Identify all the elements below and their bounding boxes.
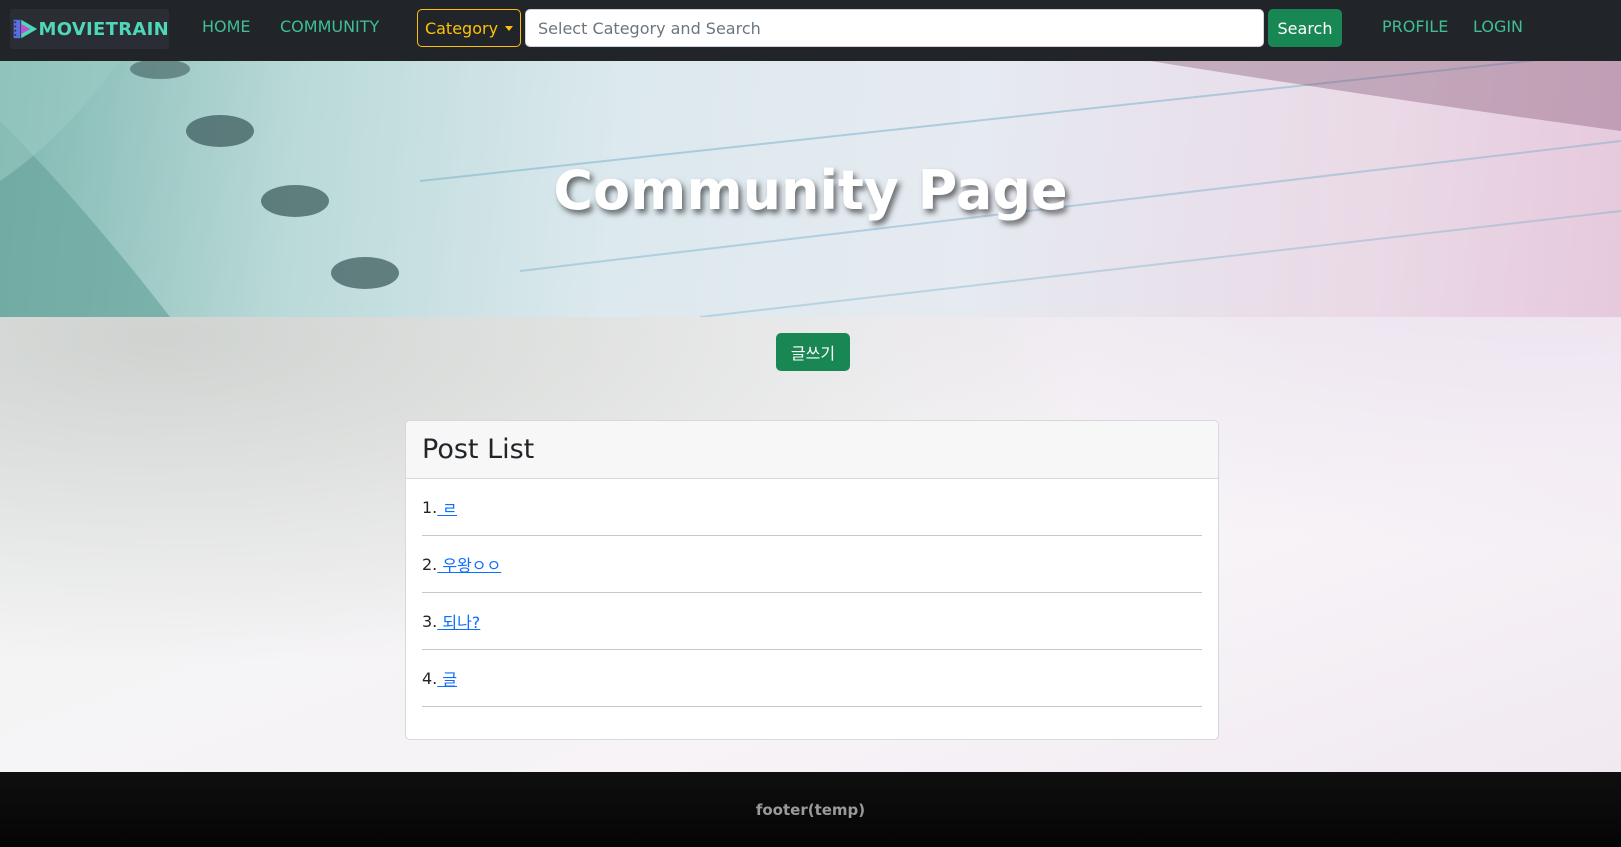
write-post-button[interactable]: 글쓰기 xyxy=(776,333,850,371)
caret-down-icon xyxy=(505,25,514,31)
search-button[interactable]: Search xyxy=(1268,9,1342,47)
nav-home-link[interactable]: HOME xyxy=(202,17,251,36)
page-footer: footer(temp) xyxy=(0,772,1621,847)
post-number: 2. xyxy=(422,554,438,574)
nav-profile-link[interactable]: PROFILE xyxy=(1382,17,1448,36)
nav-login-link[interactable]: LOGIN xyxy=(1473,17,1523,36)
post-title-link[interactable]: 글 xyxy=(437,666,457,690)
post-list-item: 2. 우왕ㅇㅇ xyxy=(422,536,1202,593)
post-list-card: Post List 1. ㄹ 2. 우왕ㅇㅇ 3. 되나? 4. 글 xyxy=(405,420,1219,740)
film-play-icon xyxy=(13,19,38,39)
post-list-item: 4. 글 xyxy=(422,650,1202,707)
card-title: Post List xyxy=(422,434,535,465)
post-list-item: 3. 되나? xyxy=(422,593,1202,650)
card-header: Post List xyxy=(406,421,1218,479)
category-label: Category xyxy=(424,18,499,38)
post-number: 4. xyxy=(422,668,438,688)
footer-text: footer(temp) xyxy=(755,800,866,819)
brand-name: MOVIETRAIN xyxy=(38,18,169,40)
post-number: 1. xyxy=(422,497,438,517)
page-title: Community Page xyxy=(553,159,1068,222)
post-list: 1. ㄹ 2. 우왕ㅇㅇ 3. 되나? 4. 글 xyxy=(406,479,1218,707)
category-dropdown-button[interactable]: Category xyxy=(417,9,521,47)
post-list-item: 1. ㄹ xyxy=(422,479,1202,536)
search-input[interactable] xyxy=(525,9,1264,47)
top-navbar: MOVIETRAIN HOME COMMUNITY Category Searc… xyxy=(0,0,1621,61)
nav-community-link[interactable]: COMMUNITY xyxy=(280,17,379,36)
post-title-link[interactable]: ㄹ xyxy=(437,495,457,519)
post-title-link[interactable]: 되나? xyxy=(437,609,480,633)
hero-banner: Community Page xyxy=(0,61,1621,317)
brand-logo[interactable]: MOVIETRAIN xyxy=(10,9,169,49)
post-number: 3. xyxy=(422,611,438,631)
post-title-link[interactable]: 우왕ㅇㅇ xyxy=(437,552,501,576)
